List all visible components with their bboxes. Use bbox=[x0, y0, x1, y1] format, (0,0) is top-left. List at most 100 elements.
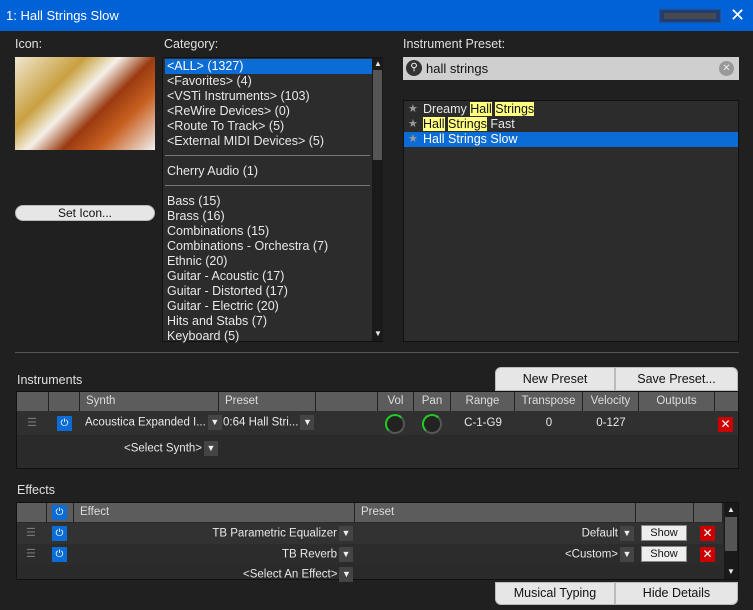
chevron-down-icon[interactable]: ▼ bbox=[339, 526, 353, 541]
table-row: ☰ ⏻ TB Reverb ▼ <Custom> ▼ Show ✕ bbox=[17, 544, 723, 565]
drag-handle-icon[interactable]: ☰ bbox=[26, 526, 36, 539]
preset-name-part: Dreamy bbox=[423, 102, 471, 116]
chevron-down-icon[interactable]: ▼ bbox=[339, 547, 353, 562]
category-item[interactable]: <Favorites> (4) bbox=[165, 74, 372, 89]
hide-details-button[interactable]: Hide Details bbox=[615, 582, 738, 605]
category-item[interactable]: Brass (16) bbox=[165, 209, 372, 224]
divider bbox=[15, 352, 739, 353]
category-item[interactable]: <External MIDI Devices> (5) bbox=[165, 134, 372, 149]
power-icon[interactable]: ⏻ bbox=[52, 526, 67, 541]
synth-select[interactable]: Acoustica Expanded I... ▼ bbox=[85, 415, 222, 430]
preset-name-part: Strings bbox=[495, 102, 535, 116]
category-item[interactable]: Guitar - Acoustic (17) bbox=[165, 269, 372, 284]
category-item[interactable]: Hits and Stabs (7) bbox=[165, 314, 372, 329]
table-header: Synth Preset Vol Pan Range Transpose Vel… bbox=[17, 392, 738, 411]
category-list[interactable]: <ALL> (1327) <Favorites> (4) <VSTi Instrum… bbox=[162, 57, 383, 344]
chevron-down-icon[interactable]: ▼ bbox=[300, 415, 315, 430]
category-item[interactable]: Guitar - Electric (20) bbox=[165, 299, 372, 314]
effect-value: TB Parametric Equalizer bbox=[212, 527, 337, 540]
effect-preset-select[interactable]: <Custom> ▼ bbox=[565, 547, 634, 562]
divider bbox=[165, 185, 370, 186]
chevron-down-icon[interactable]: ▼ bbox=[204, 441, 218, 456]
category-item[interactable]: Cherry Audio (1) bbox=[165, 164, 372, 179]
instruments-label: Instruments bbox=[17, 373, 83, 387]
level-meter bbox=[659, 9, 721, 23]
category-item[interactable]: <ALL> (1327) bbox=[165, 59, 372, 74]
drag-handle-icon[interactable]: ☰ bbox=[26, 547, 36, 560]
show-effect-button[interactable]: Show bbox=[641, 525, 687, 541]
col-effect: Effect bbox=[74, 503, 355, 522]
preset-result-item[interactable]: ★ Hall Strings Slow bbox=[404, 132, 738, 147]
instruments-table: Synth Preset Vol Pan Range Transpose Vel… bbox=[16, 391, 739, 469]
category-scrollbar[interactable]: ▲ ▼ bbox=[372, 58, 383, 341]
chevron-down-icon[interactable]: ▼ bbox=[207, 415, 222, 430]
favorite-star-icon[interactable]: ★ bbox=[408, 117, 418, 132]
effect-select[interactable]: TB Reverb ▼ bbox=[282, 547, 353, 562]
pan-knob[interactable] bbox=[422, 414, 442, 434]
musical-typing-button[interactable]: Musical Typing bbox=[495, 582, 615, 605]
chevron-down-icon[interactable]: ▼ bbox=[620, 547, 634, 562]
clear-search-icon[interactable]: ✕ bbox=[719, 61, 734, 76]
preset-results-list[interactable]: ★ Dreamy Hall Strings ★ Hall Strings Fast ★ H… bbox=[403, 100, 739, 342]
power-icon[interactable]: ⏻ bbox=[52, 547, 67, 562]
category-item[interactable]: Bass (15) bbox=[165, 194, 372, 209]
show-effect-button[interactable]: Show bbox=[641, 546, 687, 562]
category-item[interactable]: <VSTi Instruments> (103) bbox=[165, 89, 372, 104]
scroll-thumb[interactable] bbox=[373, 70, 382, 160]
preset-name-part: Hall bbox=[470, 102, 492, 116]
effects-table: ⏻ Effect Preset ☰ ⏻ TB Parametric Equali… bbox=[16, 502, 739, 582]
power-icon[interactable]: ⏻ bbox=[57, 416, 72, 431]
preset-result-item[interactable]: ★ Hall Strings Fast bbox=[404, 117, 738, 132]
effect-preset-value: <Custom> bbox=[564, 548, 618, 561]
search-input[interactable]: hall strings bbox=[426, 61, 488, 76]
category-item[interactable]: Guitar - Distorted (17) bbox=[165, 284, 372, 299]
category-item[interactable]: Ethnic (20) bbox=[165, 254, 372, 269]
scroll-thumb[interactable] bbox=[725, 517, 737, 551]
scroll-up-icon[interactable]: ▲ bbox=[374, 59, 382, 68]
favorite-star-icon[interactable]: ★ bbox=[408, 102, 418, 117]
category-item[interactable]: <Route To Track> (5) bbox=[165, 119, 372, 134]
preset-result-item[interactable]: ★ Dreamy Hall Strings bbox=[404, 102, 738, 117]
category-item[interactable]: Combinations - Orchestra (7) bbox=[165, 239, 372, 254]
col-preset: Preset bbox=[219, 392, 316, 411]
select-effect-label: <Select An Effect> bbox=[243, 568, 338, 581]
delete-icon[interactable]: ✕ bbox=[700, 526, 715, 541]
new-preset-button[interactable]: New Preset bbox=[495, 367, 615, 391]
select-synth-dropdown[interactable]: <Select Synth> ▼ bbox=[124, 441, 218, 456]
effect-select[interactable]: TB Parametric Equalizer ▼ bbox=[212, 526, 353, 541]
chevron-down-icon[interactable]: ▼ bbox=[339, 567, 354, 582]
scroll-up-icon[interactable]: ▲ bbox=[727, 505, 735, 514]
favorite-star-icon[interactable]: ★ bbox=[408, 132, 418, 147]
set-icon-button[interactable]: Set Icon... bbox=[15, 205, 155, 221]
effect-preset-select[interactable]: Default ▼ bbox=[582, 526, 634, 541]
preset-name-part: Hall bbox=[423, 117, 445, 131]
scroll-down-icon[interactable]: ▼ bbox=[374, 329, 382, 338]
instrument-icon-image bbox=[15, 57, 155, 150]
range-value[interactable]: C-1-G9 bbox=[451, 417, 515, 429]
category-item[interactable]: Combinations (15) bbox=[165, 224, 372, 239]
divider bbox=[165, 155, 370, 156]
power-all-icon[interactable]: ⏻ bbox=[52, 505, 67, 520]
effects-scrollbar[interactable]: ▲ ▼ bbox=[724, 503, 738, 579]
col-range: Range bbox=[451, 392, 515, 411]
preset-select[interactable]: 0:64 Hall Stri... ▼ bbox=[223, 415, 315, 430]
drag-handle-icon[interactable]: ☰ bbox=[27, 416, 37, 429]
delete-icon[interactable]: ✕ bbox=[718, 417, 733, 432]
select-synth-label: <Select Synth> bbox=[124, 442, 202, 455]
table-header: ⏻ Effect Preset bbox=[17, 503, 723, 522]
save-preset-button[interactable]: Save Preset... bbox=[615, 367, 738, 391]
select-effect-dropdown[interactable]: <Select An Effect> ▼ bbox=[243, 567, 354, 582]
icon-label: Icon: bbox=[15, 37, 43, 51]
category-item[interactable]: Keyboard (5) bbox=[165, 329, 372, 344]
transpose-value[interactable]: 0 bbox=[515, 417, 583, 429]
category-item[interactable]: <ReWire Devices> (0) bbox=[165, 104, 372, 119]
scroll-down-icon[interactable]: ▼ bbox=[727, 567, 735, 576]
synth-value: Acoustica Expanded I... bbox=[85, 416, 206, 429]
close-icon[interactable]: ✕ bbox=[730, 5, 745, 26]
delete-icon[interactable]: ✕ bbox=[700, 547, 715, 562]
window-title: 1: Hall Strings Slow bbox=[6, 8, 119, 23]
volume-knob[interactable] bbox=[385, 414, 405, 434]
chevron-down-icon[interactable]: ▼ bbox=[620, 526, 634, 541]
preset-search-field[interactable]: ⚲ hall strings ✕ bbox=[403, 57, 739, 80]
velocity-value[interactable]: 0-127 bbox=[583, 417, 639, 429]
